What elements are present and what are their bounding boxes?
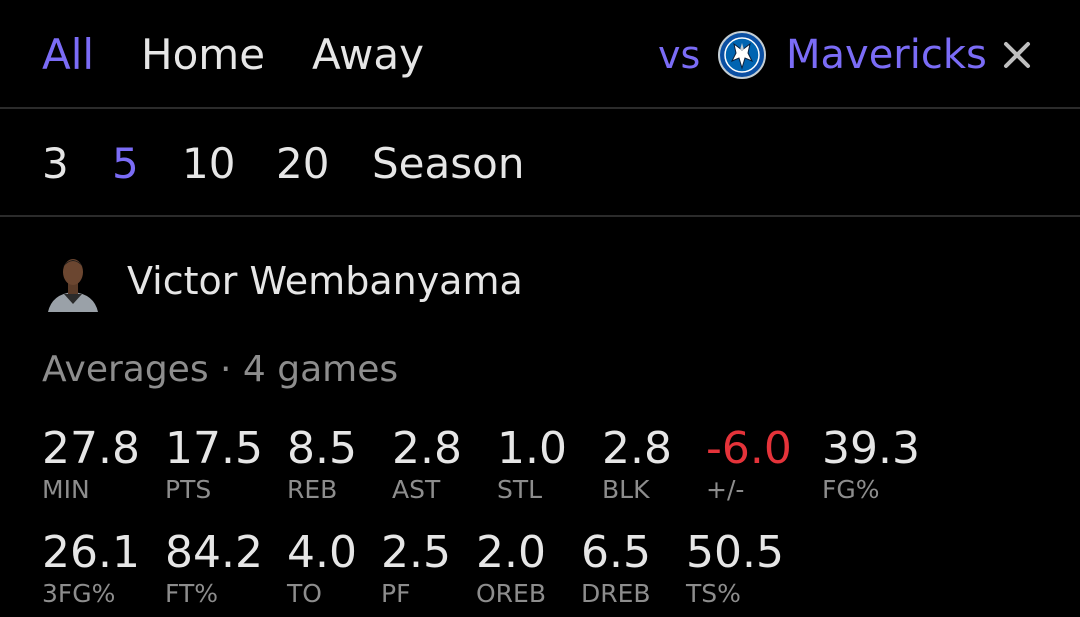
stat-fg-pct: 39.3 FG% <box>822 424 920 506</box>
vs-label: vs <box>658 33 701 77</box>
stat-plus-minus: -6.0 +/- <box>706 424 792 506</box>
stat-label: MIN <box>42 475 90 504</box>
stat-pts: 17.5 PTS <box>165 424 263 506</box>
stat-3fg-pct: 26.1 3FG% <box>42 528 140 610</box>
range-5-games[interactable]: 5 <box>112 139 139 189</box>
stat-label: PF <box>381 579 411 608</box>
player-name: Victor Wembanyama <box>127 259 523 303</box>
stat-stl: 1.0 STL <box>497 424 567 506</box>
stat-value: 2.0 <box>476 527 546 578</box>
stat-value: 4.0 <box>287 527 357 578</box>
stat-label: AST <box>392 475 441 504</box>
stat-blk: 2.8 BLK <box>602 424 672 506</box>
location-filter-bar: All Home Away vs Mavericks <box>0 0 1080 109</box>
stat-value: 2.8 <box>602 423 672 474</box>
stat-label: REB <box>287 475 338 504</box>
opponent-team-name: Mavericks <box>786 32 987 78</box>
averages-summary: Averages · 4 games <box>42 349 399 390</box>
stat-value: 6.5 <box>581 527 651 578</box>
stat-label: BLK <box>602 475 650 504</box>
stat-label: PTS <box>165 475 212 504</box>
stat-label: TS% <box>686 579 741 608</box>
stat-label: TO <box>287 579 322 608</box>
stat-min: 27.8 MIN <box>42 424 140 506</box>
stat-label: STL <box>497 475 543 504</box>
stat-value: 2.8 <box>392 423 462 474</box>
stat-value: 8.5 <box>287 423 357 474</box>
tab-away[interactable]: Away <box>312 30 424 80</box>
stat-label: DREB <box>581 579 651 608</box>
stat-to: 4.0 TO <box>287 528 357 610</box>
stat-oreb: 2.0 OREB <box>476 528 546 610</box>
stat-value: 84.2 <box>165 527 263 578</box>
tab-all[interactable]: All <box>42 30 94 80</box>
stat-label: +/- <box>706 475 745 504</box>
stat-value: 39.3 <box>822 423 920 474</box>
mavericks-logo-icon <box>718 31 766 79</box>
stat-value: 1.0 <box>497 423 567 474</box>
stat-pf: 2.5 PF <box>381 528 451 610</box>
stat-value: -6.0 <box>706 423 792 474</box>
player-headshot-icon <box>42 250 104 312</box>
stat-value: 50.5 <box>686 527 784 578</box>
tab-home[interactable]: Home <box>141 30 265 80</box>
stat-label: FG% <box>822 475 880 504</box>
stat-ft-pct: 84.2 FT% <box>165 528 263 610</box>
stat-reb: 8.5 REB <box>287 424 357 506</box>
range-3-games[interactable]: 3 <box>42 139 69 189</box>
stat-value: 2.5 <box>381 527 451 578</box>
range-season[interactable]: Season <box>372 139 524 189</box>
stat-value: 17.5 <box>165 423 263 474</box>
close-icon[interactable] <box>998 36 1038 76</box>
stat-label: 3FG% <box>42 579 116 608</box>
range-20-games[interactable]: 20 <box>276 139 329 189</box>
stat-label: FT% <box>165 579 218 608</box>
stat-ts-pct: 50.5 TS% <box>686 528 784 610</box>
player-header[interactable]: Victor Wembanyama <box>42 248 642 314</box>
games-range-bar: 3 5 10 20 Season <box>0 109 1080 217</box>
stat-label: OREB <box>476 579 546 608</box>
stat-dreb: 6.5 DREB <box>581 528 651 610</box>
stat-ast: 2.8 AST <box>392 424 462 506</box>
stat-value: 26.1 <box>42 527 140 578</box>
range-10-games[interactable]: 10 <box>182 139 235 189</box>
stat-value: 27.8 <box>42 423 140 474</box>
